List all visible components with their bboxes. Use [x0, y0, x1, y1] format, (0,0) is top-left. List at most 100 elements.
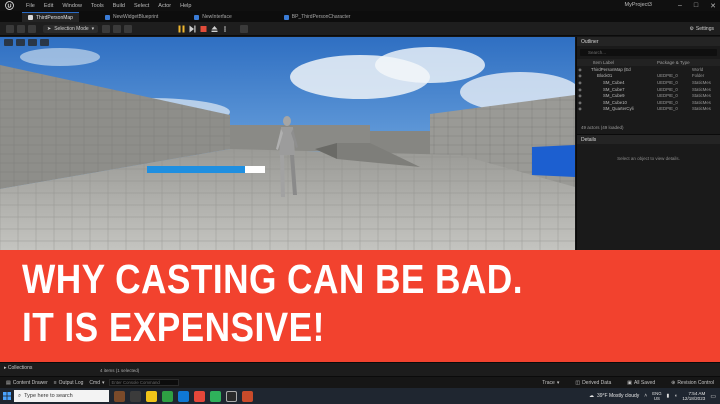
eye-icon[interactable]: ◉ — [577, 93, 583, 98]
row-type: Folder — [692, 73, 705, 79]
weather-widget[interactable]: ☁ 39°F Mostly cloudy — [589, 393, 639, 399]
cinematics-icon[interactable] — [124, 25, 132, 33]
file-explorer-icon[interactable] — [146, 390, 157, 402]
task-view-icon[interactable] — [130, 390, 141, 402]
weather-label: 39°F Mostly cloudy — [597, 393, 640, 399]
volume-icon[interactable]: ◖ — [674, 393, 677, 399]
outliner-search-input[interactable]: Search... — [580, 49, 717, 56]
outliner-row[interactable]: ◉ SM_Cube10 UEDPIE_0 StaticMes — [577, 99, 720, 106]
unreal-engine-icon[interactable] — [226, 390, 237, 402]
tab-new-interface[interactable]: NewInterface — [188, 12, 237, 22]
level-viewport[interactable] — [0, 37, 575, 250]
viewport-menu-icon[interactable] — [4, 38, 13, 46]
platforms-icon[interactable] — [240, 25, 248, 33]
all-saved-button[interactable]: ▣ All Saved — [627, 380, 655, 386]
red-app-icon[interactable] — [194, 390, 205, 402]
stop-icon[interactable] — [200, 25, 207, 33]
notifications-icon[interactable]: ▭ — [710, 393, 716, 400]
tab-third-person-map[interactable]: ThirdPersonMap — [22, 12, 79, 22]
orange-app-icon[interactable] — [242, 390, 253, 402]
collections-header[interactable]: ▸ Collections — [4, 365, 32, 371]
pause-icon[interactable] — [178, 25, 185, 33]
console-command-input[interactable]: Enter Console Command — [108, 379, 179, 386]
taskbar-search-input[interactable]: ⌕ Type here to search — [14, 390, 109, 402]
outliner-row[interactable]: ◉ ThirdPersonMap (Ed World — [577, 66, 720, 73]
outliner-row[interactable]: ◉ SM_Cube7 UEDPIE_0 StaticMes — [577, 86, 720, 93]
menu-help[interactable]: Help — [180, 3, 191, 9]
minimize-button[interactable]: – — [678, 2, 682, 9]
menu-window[interactable]: Window — [62, 3, 82, 9]
trace-button[interactable]: Trace ▾ — [542, 380, 559, 386]
network-icon[interactable]: ▮ — [667, 393, 670, 399]
language-indicator[interactable]: ENG US — [652, 391, 661, 401]
windows-start-icon[interactable] — [0, 388, 14, 404]
menu-edit[interactable]: Edit — [44, 3, 53, 9]
outlook-icon[interactable] — [178, 390, 189, 402]
tab-bp-third-person-character[interactable]: BP_ThirdPersonCharacter — [278, 12, 357, 22]
details-header: Details — [577, 135, 720, 144]
menu-build[interactable]: Build — [113, 3, 125, 9]
derived-data-button[interactable]: ◫ Derived Data — [575, 380, 611, 386]
eye-icon[interactable]: ◉ — [577, 80, 583, 85]
derived-data-icon: ◫ — [575, 380, 581, 386]
taskbar-clock[interactable]: 7:54 AM 12/18/2023 — [682, 391, 705, 402]
row-package: UEDPIE_0 — [657, 99, 678, 105]
add-actor-icon[interactable] — [102, 25, 110, 33]
eject-icon[interactable] — [211, 25, 218, 33]
eye-icon[interactable]: ◉ — [577, 73, 583, 78]
row-label: SM_Cube7 — [603, 86, 625, 92]
selection-mode-dropdown[interactable]: ➤ Selection Mode ▾ — [43, 25, 99, 33]
folder-icon: ▤ — [6, 379, 11, 386]
content-drawer-button[interactable]: ▤ Content Drawer — [6, 380, 48, 386]
content-icon[interactable] — [17, 25, 25, 33]
menu-actor[interactable]: Actor — [158, 3, 171, 9]
blueprint-menu-icon[interactable] — [113, 25, 121, 33]
outliner-row[interactable]: ◉ SM_QuarterCyli UEDPIE_0 StaticMes — [577, 106, 720, 113]
save-icon[interactable] — [6, 25, 14, 33]
tab-label: NewWidgetBlueprint — [112, 14, 159, 20]
outliner-row[interactable]: ◉ SM_Cube4 UEDPIE_0 StaticMes — [577, 79, 720, 86]
status-bar: ▤ Content Drawer ≡ Output Log Cmd ▾ Enter C… — [0, 376, 720, 388]
output-log-button[interactable]: ≡ Output Log — [54, 380, 84, 386]
menu-bar: File Edit Window Tools Build Select Acto… — [26, 3, 191, 9]
blueprint-icon — [194, 14, 200, 20]
show-icon[interactable] — [40, 38, 49, 46]
menu-select[interactable]: Select — [134, 3, 149, 9]
skip-frame-icon[interactable] — [189, 25, 196, 33]
eye-icon[interactable]: ◉ — [577, 67, 583, 72]
spreadsheet-app-icon[interactable] — [162, 390, 173, 402]
eye-icon[interactable]: ◉ — [577, 106, 583, 111]
outliner-row[interactable]: ◉ Block01 UEDPIE_0 Folder — [577, 73, 720, 80]
green-app-icon[interactable] — [210, 390, 221, 402]
item-label-column[interactable]: Item Label — [593, 60, 657, 65]
banner-line-1: WHY CASTING CAN BE BAD. — [22, 256, 523, 302]
cmd-dropdown[interactable]: Cmd ▾ — [89, 380, 104, 386]
row-type: StaticMes — [692, 99, 711, 105]
perspective-icon[interactable] — [16, 38, 25, 46]
row-label: SM_Cube9 — [603, 93, 625, 99]
revision-control-button[interactable]: ⊕ Revision Control — [671, 380, 714, 386]
tab-new-widget-blueprint[interactable]: NewWidgetBlueprint — [99, 12, 164, 22]
play-options-icon[interactable] — [222, 25, 228, 33]
chevron-down-icon: ▾ — [101, 379, 105, 386]
mode-icon[interactable] — [28, 25, 36, 33]
football-app-icon[interactable] — [114, 390, 125, 402]
package-type-column[interactable]: Package & Type — [657, 60, 690, 65]
maximize-button[interactable]: □ — [694, 2, 698, 9]
trace-label: Trace — [542, 380, 555, 386]
row-type: StaticMes — [692, 86, 711, 92]
close-button[interactable]: ✕ — [710, 2, 716, 10]
lit-mode-icon[interactable] — [28, 38, 37, 46]
level-icon — [28, 15, 33, 20]
settings-button[interactable]: ⚙ Settings — [689, 25, 714, 33]
unreal-logo-icon[interactable] — [4, 0, 15, 11]
eye-icon[interactable]: ◉ — [577, 100, 583, 105]
tab-label: ThirdPersonMap — [36, 14, 73, 21]
eye-icon[interactable]: ◉ — [577, 87, 583, 92]
play-controls — [178, 25, 251, 33]
outliner-row[interactable]: ◉ SM_Cube9 UEDPIE_0 StaticMes — [577, 92, 720, 99]
outliner-columns: Item Label Package & Type — [577, 59, 720, 66]
menu-file[interactable]: File — [26, 3, 35, 9]
menu-tools[interactable]: Tools — [91, 3, 104, 9]
tray-chevron-icon[interactable]: ˄ — [644, 393, 647, 399]
